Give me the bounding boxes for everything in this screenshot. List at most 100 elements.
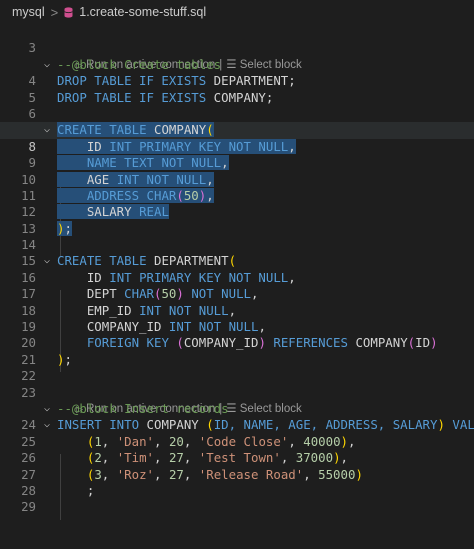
bracket-token: ) [437,417,445,433]
code-line[interactable]: 18 DEPT CHAR(50) NOT NULL, [0,286,474,317]
code-line[interactable]: 17 ID INT PRIMARY KEY NOT NULL, [0,269,474,301]
identifier-token: SALARY [86,204,140,220]
code-line[interactable]: 10 NAME TEXT NOT NULL, [0,155,474,187]
punctuation-token: , [101,466,117,482]
chevron-down-icon[interactable]: ⌵ [41,417,53,433]
code-line[interactable]: 6 DROP TABLE IF EXISTS COMPANY; [0,89,474,121]
bracket-token: ) [340,433,349,449]
bracket-token: ( [206,417,214,433]
code-line[interactable]: 11 AGE INT NOT NULL, [0,171,474,203]
identifier-token: EMP_ID [86,302,140,318]
bracket-token: ( [206,122,214,138]
code-line[interactable]: 4 ⌵ --@block Create tables [0,56,474,88]
code-line[interactable]: 19 EMP_ID INT NOT NULL, [0,302,474,334]
keyword-token: TABLE [101,253,154,269]
codelens-row: ▷ Run on active connection | ☰ Select block [0,40,474,71]
code-line[interactable]: 25 ⌵ INSERT INTO COMPANY (ID, NAME, AGE,… [0,417,474,448]
breadcrumb-file[interactable]: 1.create-some-stuff.sql [79,5,206,19]
code-line[interactable]: 16 ⌵ CREATE TABLE DEPARTMENT( [0,253,474,284]
comment-token: --@block Insert records [57,400,229,416]
identifier-token: ID [86,138,110,154]
number-token: 27 [168,450,184,466]
line-number: 29 [21,499,36,515]
punctuation-token: , [303,466,319,482]
identifier-token: COMPANY_ID [86,319,169,335]
bracket-token: ( [176,187,184,203]
identifier-token: COMPANY; [213,89,274,105]
identifier-token: DEPARTMENT; [213,73,296,89]
punctuation-token: , [251,286,259,302]
punctuation-token: ; [86,482,95,498]
punctuation-token: , [101,433,117,449]
code-line[interactable]: 23 [0,368,474,400]
code-line[interactable]: 26 (1, 'Dan', 20, 'Code Close', 40000), [0,433,474,465]
number-token: 1 [94,433,102,449]
chevron-down-icon[interactable]: ⌵ [41,122,53,138]
code-line[interactable]: 12 ADDRESS CHAR(50), [0,187,474,219]
code-line[interactable]: 3 [0,24,474,55]
identifier-token: COMPANY [355,335,408,351]
punctuation-token: , [154,450,169,466]
bracket-token: ) [430,335,438,351]
identifier-token: COMPANY [146,417,207,433]
code-line[interactable]: 21 FOREIGN KEY (COMPANY_ID) REFERENCES C… [0,335,474,366]
keyword-token: CHAR [146,187,177,203]
string-token: 'Roz' [116,466,155,482]
identifier-token: COMPANY [153,122,207,138]
bracket-token: ) [258,335,266,351]
keyword-token: CREATE [57,253,102,269]
identifier-token: ID [415,335,431,351]
keyword-token: CREATE [57,122,102,138]
codelens-row: ▷ Run on active connection | ☰ Select block [0,385,474,415]
code-line[interactable]: 28 (3, 'Roz', 27, 'Release Road', 55000) [0,466,474,498]
chevron-down-icon[interactable]: ⌵ [41,401,53,417]
code-line[interactable]: 14 ); [0,220,474,252]
string-token: 'Test Town' [198,450,281,466]
keyword-token: DROP TABLE IF EXISTS [57,73,214,89]
comment-token: --@block Create tables [57,56,222,72]
code-line[interactable]: 7 [0,106,474,137]
punctuation-token: , [183,466,199,482]
bracket-token: ( [228,253,237,269]
code-line[interactable]: 13 SALARY REAL [0,204,474,236]
code-line[interactable]: 9 ID INT PRIMARY KEY NOT NULL, [0,138,474,170]
punctuation-token: , [228,302,237,318]
bracket-token: ) [355,466,363,482]
punctuation-token: , [258,319,266,335]
string-token: 'Tim' [116,450,155,466]
code-line[interactable]: 29 ; [0,482,474,514]
keyword-token: REFERENCES [265,335,356,351]
keyword-token: CHAR [124,286,154,302]
identifier-token: DEPARTMENT [153,253,229,269]
punctuation-token: , [206,187,214,203]
punctuation-token: , [288,433,304,449]
number-token: 3 [94,466,102,482]
breadcrumb-folder[interactable]: mysql [12,5,45,19]
code-line[interactable]: 15 [0,237,474,268]
code-line[interactable]: 20 COMPANY_ID INT NOT NULL, [0,319,474,350]
number-token: 20 [168,433,184,449]
code-line[interactable]: 22 ); [0,352,474,383]
code-editor[interactable]: 3 ▷ Run on active connection | ☰ Select blo… [0,24,474,520]
keyword-token: FOREIGN KEY [86,335,177,351]
keyword-token: INT NOT NULL [139,302,229,318]
bracket-token: ) [333,450,341,466]
punctuation-token: ; [64,220,72,236]
punctuation-token: , [101,450,117,466]
punctuation-token: , [183,450,199,466]
keyword-token: DROP TABLE IF EXISTS [57,89,214,105]
column-list-token: ID, NAME, AGE, ADDRESS, SALARY [213,417,438,433]
number-token: 40000 [303,433,341,449]
identifier-token: ID [86,269,110,285]
keyword-token: INT PRIMARY KEY NOT NULL [109,269,289,285]
chevron-down-icon[interactable]: ⌵ [41,57,53,73]
identifier-token: DEPT [86,286,125,302]
code-line[interactable]: 5 DROP TABLE IF EXISTS DEPARTMENT; [0,73,474,104]
breadcrumb-separator: > [50,4,59,20]
code-line[interactable]: 24 ⌵ --@block Insert records [0,400,474,432]
code-line-active[interactable]: 8 ⌵ CREATE TABLE COMPANY( [0,122,474,154]
keyword-token: TABLE [101,122,154,138]
code-line[interactable]: 27 (2, 'Tim', 27, 'Test Town', 37000), [0,450,474,481]
keyword-token: INT NOT NULL [168,319,259,335]
chevron-down-icon[interactable]: ⌵ [41,253,53,269]
